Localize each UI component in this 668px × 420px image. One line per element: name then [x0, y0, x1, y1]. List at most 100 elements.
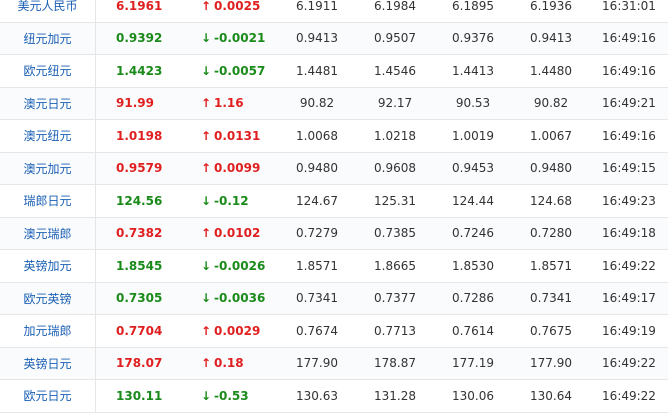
arrow-down-icon: ↓ [201, 258, 212, 273]
value-col-2: 92.17 [356, 87, 434, 120]
pair-name-cell: 欧元英镑 [0, 282, 96, 315]
change-cell: ↓ -0.53 [196, 379, 278, 413]
pair-name-link[interactable]: 美元人民币 [17, 0, 77, 13]
pair-name-cell: 澳元纽元 [0, 119, 96, 153]
value-col-1: 0.9413 [278, 22, 356, 55]
value-col-4: 1.8571 [512, 249, 590, 283]
pair-name-cell: 英镑日元 [0, 347, 96, 380]
change-cell: ↑ 0.0102 [196, 217, 278, 250]
quote-row: 澳元日元 91.99 ↑ 1.16 90.82 92.17 90.53 90.82… [0, 87, 668, 120]
quote-row: 加元瑞郎 0.7704 ↑ 0.0029 0.7674 0.7713 0.7614… [0, 314, 668, 348]
arrow-up-icon: ↑ [201, 356, 212, 371]
value-col-1: 0.7279 [278, 217, 356, 250]
latest-price: 1.4423 [95, 54, 196, 88]
pair-name-cell: 澳元加元 [0, 152, 96, 185]
latest-price: 0.7704 [95, 314, 196, 348]
value-col-2: 1.8665 [356, 249, 434, 283]
pair-name-link[interactable]: 澳元日元 [23, 97, 71, 111]
value-col-4: 0.9480 [512, 152, 590, 185]
value-col-1: 1.8571 [278, 249, 356, 283]
value-col-3: 90.53 [434, 87, 512, 120]
quote-row: 英镑日元 178.07 ↑ 0.18 177.90 178.87 177.19 1… [0, 347, 668, 380]
pair-name-link[interactable]: 纽元加元 [23, 32, 71, 46]
latest-price: 130.11 [95, 379, 196, 413]
value-col-1: 124.67 [278, 184, 356, 218]
pair-name-link[interactable]: 欧元纽元 [23, 64, 71, 78]
pair-name-link[interactable]: 澳元瑞郎 [23, 227, 71, 241]
value-col-3: 0.9376 [434, 22, 512, 55]
update-time: 16:49:16 [590, 54, 668, 88]
value-col-2: 125.31 [356, 184, 434, 218]
change-cell: ↓ -0.0036 [196, 282, 278, 315]
latest-price: 91.99 [95, 87, 196, 120]
pair-name-link[interactable]: 欧元英镑 [23, 292, 71, 306]
change-value: -0.0026 [214, 258, 266, 273]
pair-name-cell: 英镑加元 [0, 249, 96, 283]
latest-price: 0.7305 [95, 282, 196, 315]
pair-name-cell: 欧元纽元 [0, 54, 96, 88]
pair-name-link[interactable]: 欧元日元 [23, 389, 71, 403]
pair-name-cell: 瑞郎日元 [0, 184, 96, 218]
update-time: 16:49:15 [590, 152, 668, 185]
value-col-2: 0.7713 [356, 314, 434, 348]
pair-name-link[interactable]: 加元瑞郎 [23, 324, 71, 338]
value-col-2: 178.87 [356, 347, 434, 380]
latest-price: 6.1961 [95, 0, 196, 23]
fx-quote-table: 美元人民币 6.1961 ↑ 0.0025 6.1911 6.1984 6.189… [0, 0, 668, 413]
arrow-up-icon: ↑ [201, 323, 212, 338]
arrow-down-icon: ↓ [201, 31, 212, 46]
value-col-3: 1.8530 [434, 249, 512, 283]
quote-row: 纽元加元 0.9392 ↓ -0.0021 0.9413 0.9507 0.937… [0, 22, 668, 55]
quote-row: 美元人民币 6.1961 ↑ 0.0025 6.1911 6.1984 6.189… [0, 0, 668, 23]
pair-name-link[interactable]: 英镑加元 [23, 259, 71, 273]
latest-price: 124.56 [95, 184, 196, 218]
change-value: 0.0029 [214, 323, 261, 338]
value-col-4: 0.9413 [512, 22, 590, 55]
change-value: -0.0057 [214, 63, 266, 78]
arrow-down-icon: ↓ [201, 291, 212, 306]
latest-price: 1.8545 [95, 249, 196, 283]
pair-name-link[interactable]: 英镑日元 [23, 357, 71, 371]
value-col-4: 0.7341 [512, 282, 590, 315]
value-col-4: 0.7675 [512, 314, 590, 348]
change-value: 0.0099 [214, 161, 261, 176]
change-value: 0.18 [214, 356, 244, 371]
change-cell: ↑ 0.0025 [196, 0, 278, 23]
update-time: 16:49:21 [590, 87, 668, 120]
update-time: 16:49:23 [590, 184, 668, 218]
pair-name-link[interactable]: 澳元纽元 [23, 129, 71, 143]
value-col-1: 177.90 [278, 347, 356, 380]
value-col-1: 1.0068 [278, 119, 356, 153]
value-col-4: 177.90 [512, 347, 590, 380]
value-col-4: 90.82 [512, 87, 590, 120]
value-col-1: 0.7674 [278, 314, 356, 348]
change-cell: ↑ 0.0099 [196, 152, 278, 185]
value-col-3: 130.06 [434, 379, 512, 413]
value-col-3: 177.19 [434, 347, 512, 380]
quote-row: 瑞郎日元 124.56 ↓ -0.12 124.67 125.31 124.44 … [0, 184, 668, 218]
arrow-up-icon: ↑ [201, 128, 212, 143]
change-cell: ↑ 1.16 [196, 87, 278, 120]
value-col-4: 1.4480 [512, 54, 590, 88]
change-cell: ↓ -0.0057 [196, 54, 278, 88]
value-col-2: 0.9507 [356, 22, 434, 55]
latest-price: 0.9392 [95, 22, 196, 55]
value-col-1: 90.82 [278, 87, 356, 120]
value-col-2: 0.7385 [356, 217, 434, 250]
update-time: 16:49:22 [590, 249, 668, 283]
quote-row: 欧元纽元 1.4423 ↓ -0.0057 1.4481 1.4546 1.441… [0, 54, 668, 88]
latest-price: 178.07 [95, 347, 196, 380]
arrow-up-icon: ↑ [201, 226, 212, 241]
quote-row: 澳元瑞郎 0.7382 ↑ 0.0102 0.7279 0.7385 0.7246… [0, 217, 668, 250]
pair-name-link[interactable]: 澳元加元 [23, 162, 71, 176]
change-value: -0.12 [214, 193, 249, 208]
arrow-down-icon: ↓ [201, 193, 212, 208]
value-col-1: 1.4481 [278, 54, 356, 88]
pair-name-link[interactable]: 瑞郎日元 [23, 194, 71, 208]
pair-name-cell: 澳元日元 [0, 87, 96, 120]
change-value: 1.16 [214, 96, 244, 111]
value-col-3: 6.1895 [434, 0, 512, 23]
change-cell: ↓ -0.12 [196, 184, 278, 218]
update-time: 16:49:18 [590, 217, 668, 250]
value-col-2: 0.9608 [356, 152, 434, 185]
